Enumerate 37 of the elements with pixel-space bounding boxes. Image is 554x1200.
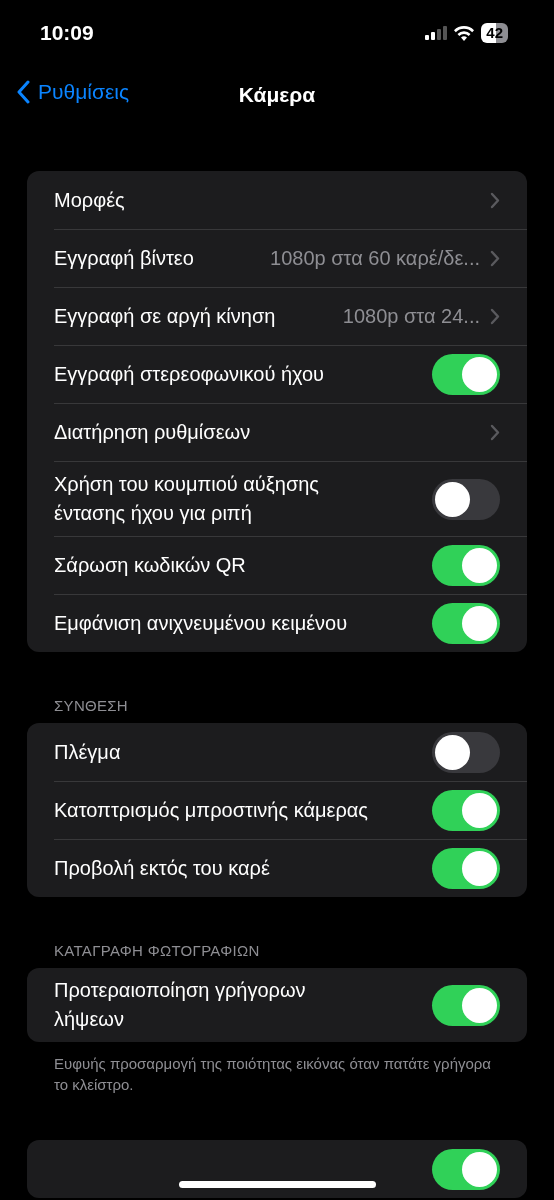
setting-label: Προβολή εκτός του καρέ [54, 856, 271, 881]
section-header: ΣΥΝΘΕΣΗ [53, 697, 129, 716]
setting-label: Κατοπτρισμός μπροστινής κάμερας [54, 798, 369, 823]
toggle-switch[interactable] [432, 354, 500, 395]
section-footer: Ευφυής προσαρμογή της ποιότητας εικόνας όταν πατάτε γρήγορα το κλείστρο. [27, 1042, 527, 1095]
setting-label: Εγγραφή βίντεο [54, 246, 195, 271]
signal-icon [425, 26, 448, 40]
setting-label: Προτεραιοποίηση γρήγορων λήψεων [54, 978, 307, 1032]
status-time: 10:09 [40, 21, 94, 45]
chevron-icon [490, 424, 500, 441]
toggle-switch[interactable] [432, 731, 500, 773]
toggle-switch[interactable] [432, 545, 500, 586]
back-link[interactable]: Ρυθμίσεις [16, 80, 130, 104]
wifi-icon [454, 25, 475, 41]
toggle-switch[interactable] [432, 790, 500, 831]
setting-label: Πλέγμα [54, 739, 122, 765]
setting-label: Εμφάνιση ανιχνευμένου κειμένου [54, 611, 349, 636]
setting-label: Μορφές [54, 187, 126, 213]
chevron-icon [490, 191, 500, 209]
chevron-icon [490, 250, 500, 267]
setting-label: Σάρωση κωδικών QR [54, 553, 247, 578]
toggle-switch[interactable] [432, 603, 500, 644]
setting-label: Χρήση του κουμπιού αύξησης έντασης ήχου για ριπή [54, 472, 320, 526]
setting-label: Διατήρηση ρυθμίσεων [54, 420, 252, 445]
page-title: Κάμερα [238, 83, 316, 107]
setting-value: 1080p στα 24... [342, 305, 480, 328]
toggle-switch[interactable] [432, 1148, 500, 1190]
battery-level: 42 [481, 23, 508, 43]
setting-label: Εγγραφή στερεοφωνικού ήχου [54, 362, 326, 387]
setting-value: 1080p στα 60 καρέ/δε... [270, 247, 480, 270]
section-header: ΚΑΤΑΓΡΑΦΗ ΦΩΤΟΓΡΑΦΙΩΝ [53, 942, 261, 961]
toggle-switch[interactable] [432, 984, 500, 1026]
toggle-switch[interactable] [432, 848, 500, 889]
back-chevron-icon [16, 80, 30, 104]
toggle-switch[interactable] [432, 478, 500, 520]
chevron-icon [490, 308, 500, 325]
setting-label: Εγγραφή σε αργή κίνηση [54, 304, 277, 329]
